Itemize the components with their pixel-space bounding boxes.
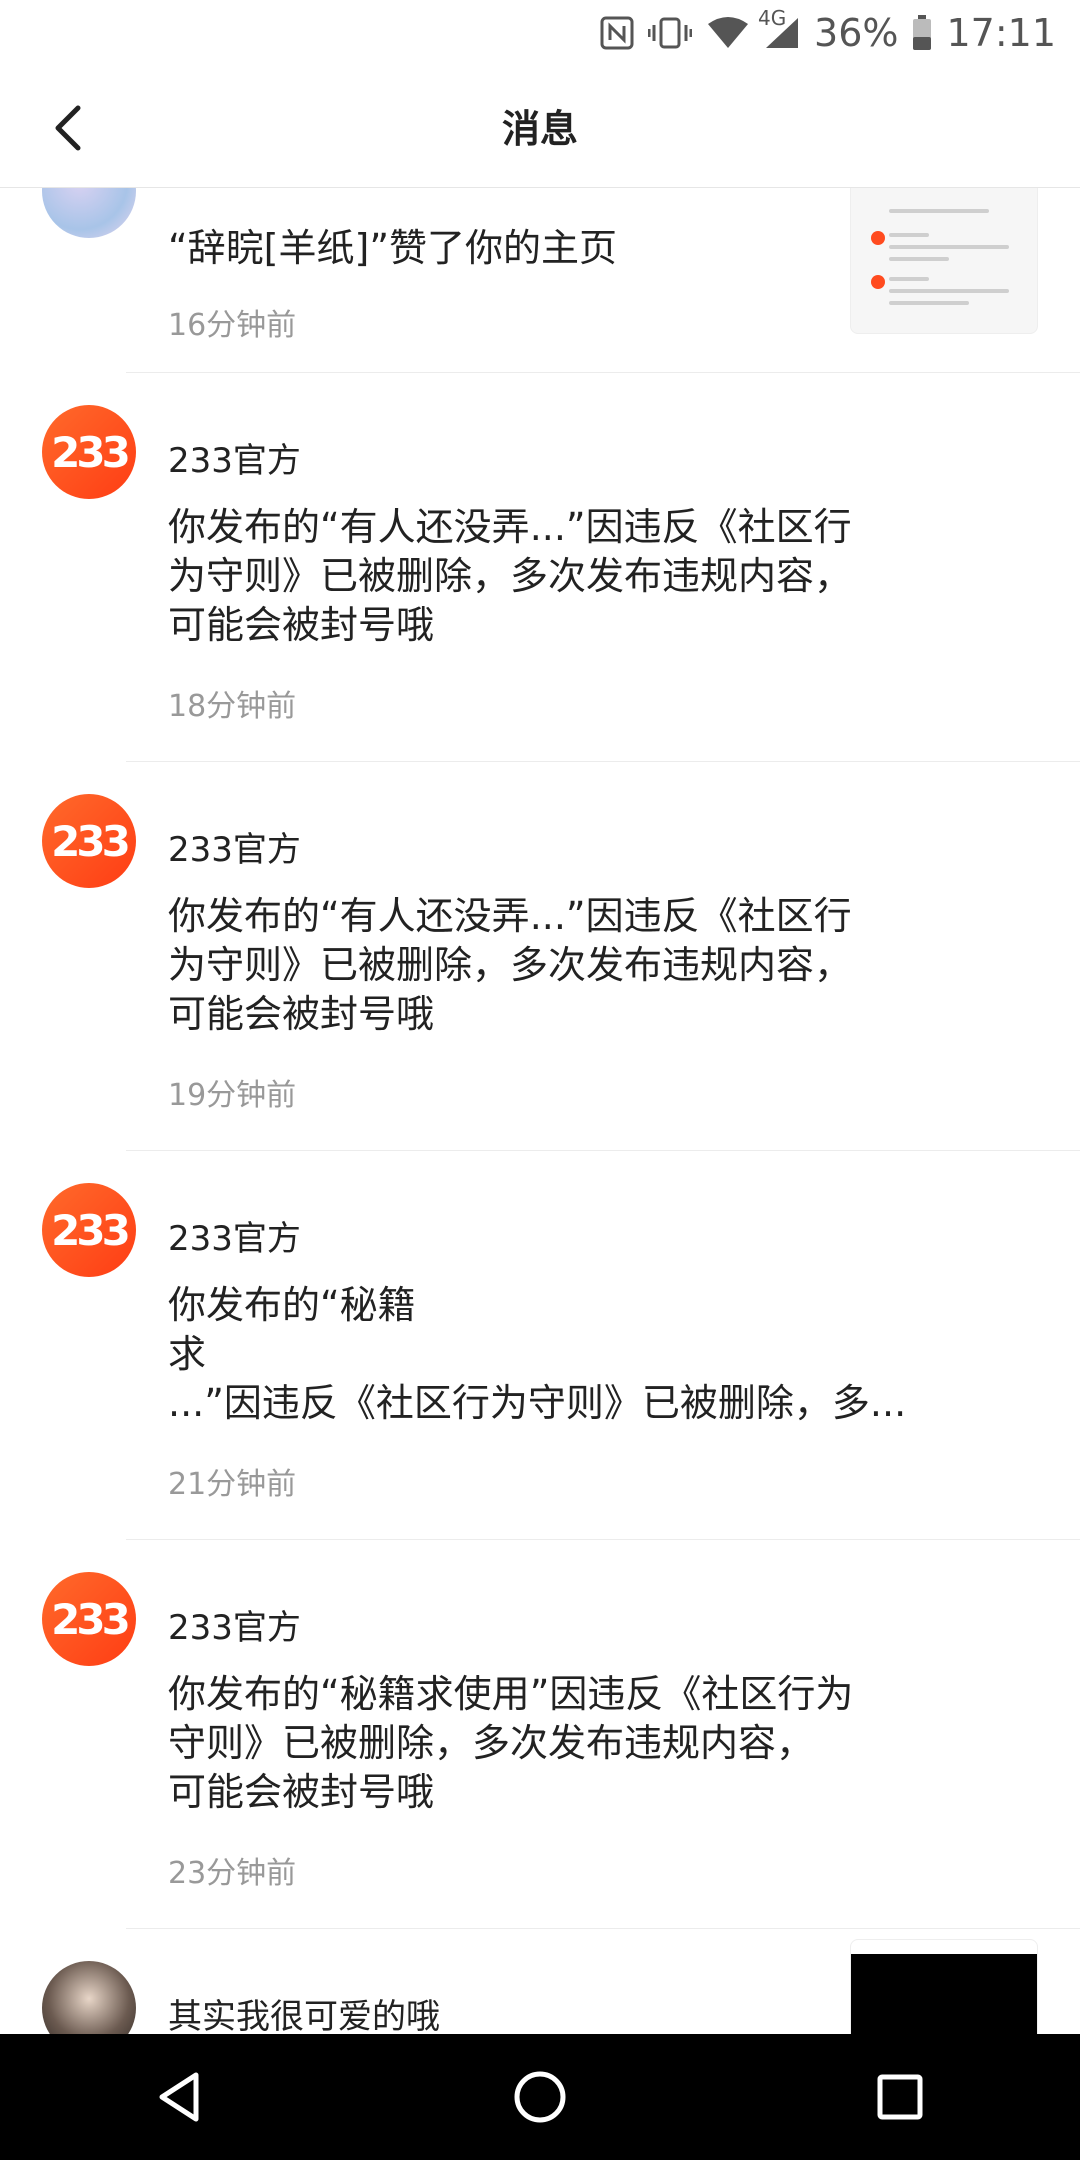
triangle-back-icon [159,2072,199,2122]
message-time: 18分钟前 [168,689,297,724]
message-text: 你发布的“秘籍 求 ...”因违反《社区行为守则》已被删除，多... [168,1283,907,1425]
message-text: 你发布的“秘籍求使用”因违反《社区行为 守则》已被删除，多次发布违规内容， 可能… [168,1672,854,1814]
message-time: 16分钟前 [168,308,297,343]
system-nav-bar [0,2034,1080,2160]
clock: 17:11 [946,11,1056,55]
nav-recents-button[interactable] [860,2057,940,2137]
nav-back-button[interactable] [140,2057,220,2137]
official-avatar[interactable]: 233 [42,1183,136,1277]
nfc-icon [600,16,634,50]
battery-percent: 36% [814,11,899,55]
sender-name: 233官方 [168,830,301,870]
official-avatar[interactable]: 233 [42,794,136,888]
page-title: 消息 [501,107,578,151]
user-avatar[interactable] [42,188,136,238]
message-text: 你发布的“有人还没弄...”因违反《社区行 为守则》已被删除，多次发布违规内容，… [168,894,853,1036]
divider [126,761,1080,762]
battery-icon [912,15,932,51]
user-avatar[interactable] [42,1961,136,2034]
official-avatar[interactable]: 233 [42,405,136,499]
network-type: 4G [758,6,787,30]
vibrate-icon [648,16,693,50]
cellular-signal-icon: 4G [758,6,800,50]
message-text: “辞睆[羊纸]”赞了你的主页 [168,226,618,270]
sender-name: 233官方 [168,1219,301,1259]
divider [126,1150,1080,1151]
post-thumbnail[interactable] [850,1939,1038,2034]
sender-name: 其实我很可爱的哦 [168,1997,440,2034]
sender-name: 233官方 [168,441,301,481]
circle-home-icon [514,2071,566,2123]
nav-home-button[interactable] [500,2057,580,2137]
app-header: 消息 [0,66,1080,188]
wifi-icon [706,16,750,50]
official-avatar[interactable]: 233 [42,1572,136,1666]
sender-name: 233官方 [168,1608,301,1648]
message-time: 19分钟前 [168,1078,297,1113]
square-recents-icon [877,2074,923,2120]
status-bar: 4G 36% 17:11 [0,0,1080,66]
message-list[interactable]: “辞睆[羊纸]”赞了你的主页 16分钟前 233 233官方 你发布的“有人还没… [0,188,1080,2034]
message-time: 21分钟前 [168,1467,297,1502]
divider [126,1539,1080,1540]
message-time: 23分钟前 [168,1856,297,1891]
message-text: 你发布的“有人还没弄...”因违反《社区行 为守则》已被删除，多次发布违规内容，… [168,505,853,647]
divider [126,372,1080,373]
divider [126,1928,1080,1929]
post-thumbnail[interactable] [850,188,1038,334]
